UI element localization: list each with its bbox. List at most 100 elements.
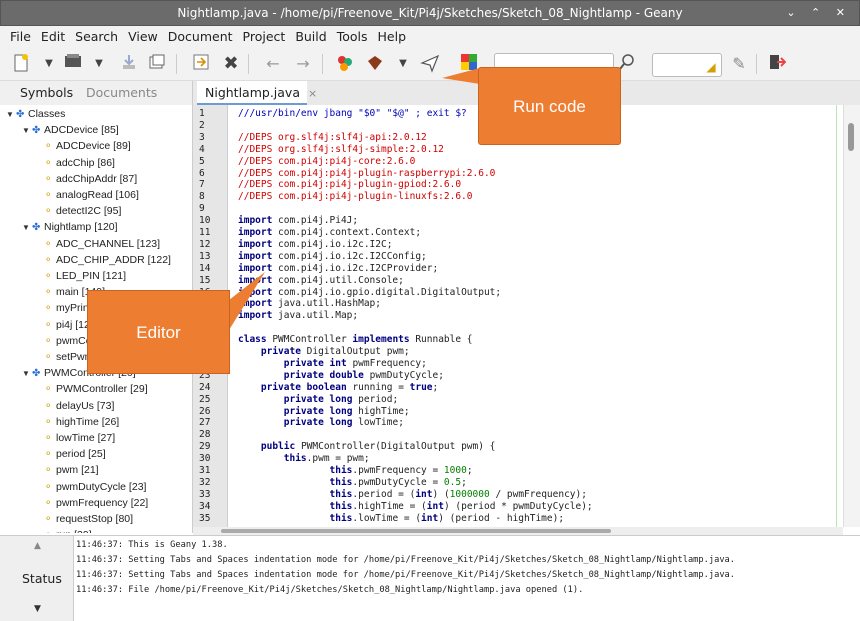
toolbar: ▼ ▼ ✖ ← → ▼ ◢ ✎ xyxy=(0,48,860,128)
symbol-tree-item[interactable]: ⚬ pwm [21] xyxy=(44,462,99,478)
revert-icon[interactable] xyxy=(190,53,212,75)
menu-edit[interactable]: Edit xyxy=(36,26,70,47)
code-line: private double pwmDutyCycle; xyxy=(283,369,444,381)
symbol-tree-item[interactable]: ⚬ ADCDevice [89] xyxy=(44,138,131,154)
status-tab[interactable]: ▲ Status ▼ xyxy=(0,536,74,621)
member-icon: ⚬ xyxy=(44,352,53,363)
menu-view[interactable]: View xyxy=(123,26,163,47)
open-file-dropdown-icon[interactable]: ▼ xyxy=(88,53,110,75)
expander-arrow-icon[interactable]: ▼ xyxy=(22,220,32,236)
symbol-label: pwmDutyCycle [23] xyxy=(56,480,147,493)
symbol-tree-item[interactable]: ⚬ pwmDutyCycle [23] xyxy=(44,479,146,495)
symbol-tree-item[interactable]: ⚬ detectI2C [95] xyxy=(44,203,121,219)
member-icon: ⚬ xyxy=(44,141,53,153)
back-icon[interactable]: ← xyxy=(262,53,284,75)
menu-help[interactable]: Help xyxy=(373,26,412,47)
line-number: 34 xyxy=(199,500,211,512)
code-line: private long highTime; xyxy=(283,405,410,417)
symbol-tree-item[interactable]: ⚬ adcChip [86] xyxy=(44,155,115,171)
symbol-tree-item[interactable]: ⚬ analogRead [106] xyxy=(44,187,139,203)
scroll-up-icon[interactable]: ▲ xyxy=(34,541,41,551)
line-number: 24 xyxy=(199,381,211,393)
symbol-tree-item[interactable]: ▼ ✤ Nightlamp [120] xyxy=(22,219,118,235)
symbol-tree-item[interactable]: ⚬run [39] xyxy=(44,527,92,533)
jump-to-line-icon[interactable]: ✎ xyxy=(728,53,750,75)
build-icon[interactable] xyxy=(364,53,386,75)
symbol-label: period [25] xyxy=(56,448,106,461)
symbol-label: PWMController [29] xyxy=(56,383,148,396)
open-file-icon[interactable] xyxy=(62,53,84,75)
line-number: 11 xyxy=(199,227,211,238)
line-number: 7 xyxy=(199,179,205,191)
symbol-tree-item[interactable]: ▼ ✤ Classes xyxy=(6,106,65,122)
line-number: 26 xyxy=(199,405,211,417)
expander-arrow-icon[interactable]: ▼ xyxy=(22,123,32,139)
menu-tools[interactable]: Tools xyxy=(332,26,373,47)
symbol-label: Classes xyxy=(28,108,66,120)
code-line: import com.pi4j.io.i2c.I2CConfig; xyxy=(238,250,427,262)
symbol-tree-item[interactable]: ⚬ pwmFrequency [22] xyxy=(44,495,148,511)
symbol-tree-item[interactable]: ⚬ setPwm xyxy=(44,349,93,365)
status-message: 11:46:37: Setting Tabs and Spaces indent… xyxy=(76,555,736,565)
code-line: import com.pi4j.Pi4J; xyxy=(238,215,359,227)
symbol-tree-item[interactable]: ⚬ ADC_CHIP_ADDR [122] xyxy=(44,252,171,268)
symbol-label: adcChip [86] xyxy=(56,156,115,169)
editor-callout-pointer xyxy=(229,272,265,330)
menu-bar: File Edit Search View Document Project Build To… xyxy=(0,26,860,48)
symbol-tree-item[interactable]: ⚬ adcChipAddr [87] xyxy=(44,171,137,187)
symbol-label: pwmFrequency [22] xyxy=(56,496,149,509)
line-number: 14 xyxy=(199,262,211,274)
symbol-tree-item[interactable]: ⚬ LED_PIN [121] xyxy=(44,268,126,284)
line-number: 15 xyxy=(199,274,211,286)
tab-close-icon[interactable]: × xyxy=(308,87,317,100)
menu-project[interactable]: Project xyxy=(238,26,291,47)
line-number: 8 xyxy=(199,191,205,203)
tab-documents[interactable]: Documents xyxy=(86,85,157,100)
compile-icon[interactable] xyxy=(334,53,356,75)
expander-arrow-icon[interactable]: ▼ xyxy=(22,366,32,382)
editor-vertical-scrollbar[interactable] xyxy=(843,105,860,527)
menu-search[interactable]: Search xyxy=(70,26,123,47)
close-icon[interactable]: ✖ xyxy=(220,53,242,75)
menu-document[interactable]: Document xyxy=(163,26,238,47)
symbol-tree-item[interactable]: ⚬ requestStop [80] xyxy=(44,511,133,527)
new-file-icon[interactable] xyxy=(10,53,32,75)
tab-nightlamp-java[interactable]: Nightlamp.java × xyxy=(197,81,317,105)
member-icon: ⚬ xyxy=(44,254,53,266)
symbol-tree-item[interactable]: ⚬ delayUs [73] xyxy=(44,398,114,414)
quit-icon[interactable] xyxy=(766,53,788,75)
symbol-tree-item[interactable]: ⚬ myPrint xyxy=(44,300,92,316)
symbol-tree-item[interactable]: ⚬ highTime [26] xyxy=(44,414,119,430)
symbol-tree-item[interactable]: ⚬ PWMController [29] xyxy=(44,381,148,397)
window-controls[interactable]: ⌄ ⌃ ✕ xyxy=(786,1,851,25)
code-line: import com.pi4j.context.Context; xyxy=(238,227,422,238)
symbol-tree-item[interactable]: ⚬ pi4j [12 xyxy=(44,317,90,333)
symbol-tree-item[interactable]: ▼ ✤ ADCDevice [85] xyxy=(22,122,119,138)
member-icon: ⚬ xyxy=(44,528,56,533)
save-icon[interactable] xyxy=(118,53,140,75)
new-file-dropdown-icon[interactable]: ▼ xyxy=(38,53,60,75)
line-number: 3 xyxy=(199,131,205,143)
menu-build[interactable]: Build xyxy=(290,26,331,47)
member-icon: ⚬ xyxy=(44,416,53,428)
code-editor[interactable]: ///usr/bin/env jbang "$0" "$@" ; exit $?… xyxy=(227,105,843,527)
member-icon: ⚬ xyxy=(44,173,53,185)
symbol-label: ADC_CHIP_ADDR [122] xyxy=(56,253,171,266)
build-dropdown-icon[interactable]: ▼ xyxy=(392,53,414,75)
symbol-tree-item[interactable]: ⚬ lowTime [27] xyxy=(44,430,115,446)
symbol-tree-item[interactable]: ⚬ pwmCo xyxy=(44,333,92,349)
symbol-label: lowTime [27] xyxy=(56,432,116,444)
save-all-icon[interactable] xyxy=(146,53,168,75)
editor-horizontal-scrollbar[interactable] xyxy=(193,527,843,535)
tab-symbols[interactable]: Symbols xyxy=(20,85,73,100)
menu-file[interactable]: File xyxy=(0,26,36,47)
clear-field-icon[interactable]: ◢ xyxy=(700,56,722,78)
forward-icon[interactable]: → xyxy=(292,53,314,75)
member-icon: ⚬ xyxy=(44,190,53,201)
expander-arrow-icon[interactable]: ▼ xyxy=(6,107,16,123)
symbol-tree-item[interactable]: ⚬ period [25] xyxy=(44,446,106,462)
tab-label: Nightlamp.java xyxy=(205,85,300,100)
run-icon[interactable] xyxy=(419,53,441,75)
symbol-tree-item[interactable]: ⚬ ADC_CHANNEL [123] xyxy=(44,236,160,252)
scroll-down-icon[interactable]: ▼ xyxy=(34,604,41,614)
